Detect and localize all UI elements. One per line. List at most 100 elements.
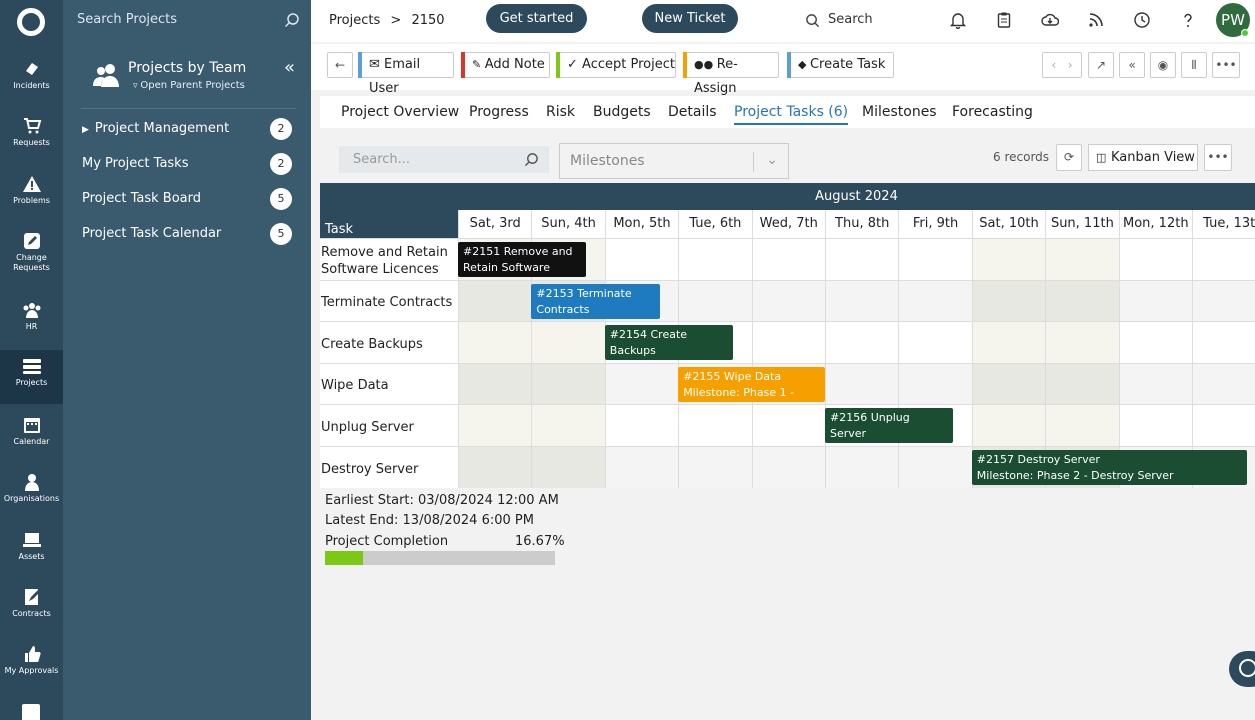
chevron-down-icon[interactable]: ⌄ bbox=[766, 152, 778, 168]
sidebar-item-project-task-board[interactable]: Project Task Board 5 bbox=[82, 187, 292, 211]
search-icon[interactable] bbox=[284, 12, 300, 28]
task-bar[interactable]: #2151 Remove and Retain Software bbox=[458, 242, 587, 277]
nav-item-requests[interactable]: Requests bbox=[0, 110, 63, 164]
gantt-cell[interactable] bbox=[898, 239, 972, 280]
search-icon[interactable] bbox=[805, 13, 820, 28]
gantt-cell[interactable] bbox=[458, 447, 532, 488]
nav-item-hr[interactable]: HR bbox=[0, 294, 63, 348]
gantt-cell[interactable] bbox=[1192, 322, 1255, 364]
gantt-cell[interactable] bbox=[458, 405, 532, 447]
gantt-cell[interactable] bbox=[604, 363, 679, 405]
help-icon[interactable] bbox=[1179, 11, 1197, 29]
sidebar-item-project-management[interactable]: ▶ Project Management 2 bbox=[82, 117, 292, 141]
rss-icon[interactable] bbox=[1087, 11, 1105, 29]
nav-item-problems[interactable]: Problems bbox=[0, 168, 63, 222]
add-note-button[interactable]: ✎ Add Note bbox=[461, 52, 550, 78]
gantt-cell[interactable] bbox=[971, 405, 1046, 447]
search-icon[interactable] bbox=[524, 152, 539, 167]
collapse-button[interactable]: « bbox=[1119, 52, 1145, 78]
email-user-button[interactable]: ✉ Email User bbox=[358, 52, 454, 96]
gantt-cell[interactable] bbox=[971, 363, 1046, 405]
gantt-cell[interactable] bbox=[1045, 322, 1119, 364]
nav-item-more-icon[interactable] bbox=[22, 704, 40, 720]
tab-progress[interactable]: Progress bbox=[469, 104, 529, 120]
task-bar[interactable]: #2156 Unplug ServerMilestone: Phase 2 - bbox=[825, 408, 954, 444]
gantt-cell[interactable] bbox=[751, 447, 825, 488]
task-label[interactable]: Create Backups bbox=[320, 322, 458, 364]
gantt-cell[interactable] bbox=[604, 447, 679, 488]
search-projects-input[interactable]: Search Projects bbox=[77, 12, 302, 30]
gantt-cell[interactable] bbox=[458, 363, 532, 405]
gantt-cell[interactable] bbox=[898, 447, 972, 488]
task-bar[interactable]: #2155 Wipe Data Milestone: Phase 1 - bbox=[678, 366, 825, 402]
chat-launcher[interactable] bbox=[1229, 651, 1255, 687]
gantt-cell[interactable] bbox=[1118, 280, 1192, 322]
gantt-cell[interactable] bbox=[531, 447, 605, 488]
sidebar-item-project-task-calendar[interactable]: Project Task Calendar 5 bbox=[82, 222, 292, 246]
accept-project-button[interactable]: ✓ Accept Project bbox=[556, 52, 676, 78]
nav-item-projects[interactable]: Projects bbox=[0, 350, 63, 404]
gantt-cell[interactable] bbox=[1118, 239, 1192, 280]
breadcrumb-projects[interactable]: Projects bbox=[329, 13, 380, 28]
tab-project-tasks[interactable]: Project Tasks (6) bbox=[734, 104, 849, 125]
sidebar-item-my-project-tasks[interactable]: My Project Tasks 2 bbox=[82, 152, 292, 176]
task-label[interactable]: Terminate Contracts bbox=[320, 280, 458, 322]
gantt-cell[interactable] bbox=[1192, 363, 1255, 405]
kanban-view-button[interactable]: ◫ Kanban View bbox=[1088, 144, 1198, 171]
tab-budgets[interactable]: Budgets bbox=[593, 104, 651, 120]
gantt-cell[interactable] bbox=[1045, 405, 1119, 447]
gantt-cell[interactable] bbox=[531, 405, 605, 447]
milestones-select[interactable]: Milestones ⌄ bbox=[559, 143, 789, 179]
gantt-cell[interactable] bbox=[751, 280, 825, 322]
gantt-cell[interactable] bbox=[678, 405, 752, 447]
gantt-cell[interactable] bbox=[898, 363, 972, 405]
gantt-cell[interactable] bbox=[825, 280, 899, 322]
gantt-cell[interactable] bbox=[1045, 280, 1119, 322]
tab-details[interactable]: Details bbox=[668, 104, 717, 120]
global-search[interactable]: Search bbox=[828, 12, 873, 27]
gantt-cell[interactable] bbox=[751, 239, 825, 280]
tab-milestones[interactable]: Milestones bbox=[862, 104, 937, 120]
task-search-input[interactable]: Search... bbox=[339, 146, 549, 173]
external-link-button[interactable]: ↗ bbox=[1088, 52, 1114, 78]
gantt-cell[interactable] bbox=[751, 405, 825, 447]
task-label[interactable]: Wipe Data bbox=[320, 363, 458, 405]
gantt-cell[interactable] bbox=[971, 280, 1046, 322]
bell-icon[interactable] bbox=[949, 11, 967, 29]
gantt-cell[interactable] bbox=[1118, 322, 1192, 364]
gantt-cell[interactable] bbox=[1192, 239, 1255, 280]
task-bar[interactable]: #2154 Create Backups bbox=[604, 325, 734, 361]
nav-item-incidents[interactable]: Incidents bbox=[0, 53, 63, 107]
back-button[interactable]: ← bbox=[327, 52, 353, 78]
expand-arrow-icon[interactable]: ▶ bbox=[82, 125, 89, 135]
more-actions-button[interactable]: ••• bbox=[1212, 52, 1240, 78]
gantt-cell[interactable] bbox=[751, 322, 825, 364]
nav-item-organisations[interactable]: Organisations bbox=[0, 466, 63, 520]
chevron-right-icon[interactable]: › bbox=[1068, 58, 1073, 72]
nav-item-assets[interactable]: Assets bbox=[0, 524, 63, 578]
collapse-sidebar-icon[interactable]: « bbox=[284, 57, 295, 78]
new-ticket-button[interactable]: New Ticket bbox=[642, 4, 738, 33]
gantt-cell[interactable] bbox=[678, 447, 752, 488]
team-header[interactable]: Projects by Team ▿ Open Parent Projects bbox=[93, 56, 293, 100]
create-task-button[interactable]: ◆ Create Task bbox=[787, 52, 894, 78]
gantt-cell[interactable] bbox=[604, 405, 679, 447]
gantt-cell[interactable] bbox=[531, 363, 605, 405]
refresh-button[interactable]: ⟳ bbox=[1056, 144, 1082, 171]
gantt-cell[interactable] bbox=[531, 322, 605, 364]
chevron-left-icon[interactable]: ‹ bbox=[1051, 58, 1056, 72]
nav-item-contracts[interactable]: Contracts bbox=[0, 581, 63, 635]
watch-button[interactable]: ◉ bbox=[1150, 52, 1176, 78]
clock-icon[interactable] bbox=[1133, 11, 1151, 29]
nav-item-change-requests[interactable]: Change Requests bbox=[0, 225, 63, 279]
task-bar[interactable]: #2157 Destroy Server Milestone: Phase 2 -… bbox=[971, 450, 1248, 485]
gantt-cell[interactable] bbox=[1045, 363, 1119, 405]
gantt-cell[interactable] bbox=[825, 239, 899, 280]
gantt-cell[interactable] bbox=[678, 280, 752, 322]
gantt-cell[interactable] bbox=[458, 322, 532, 364]
gantt-cell[interactable] bbox=[825, 322, 899, 364]
re-assign-button[interactable]: ●● Re-Assign bbox=[683, 52, 779, 96]
tab-forecasting[interactable]: Forecasting bbox=[952, 104, 1033, 120]
gantt-cell[interactable] bbox=[1118, 405, 1192, 447]
gantt-cell[interactable] bbox=[678, 239, 752, 280]
